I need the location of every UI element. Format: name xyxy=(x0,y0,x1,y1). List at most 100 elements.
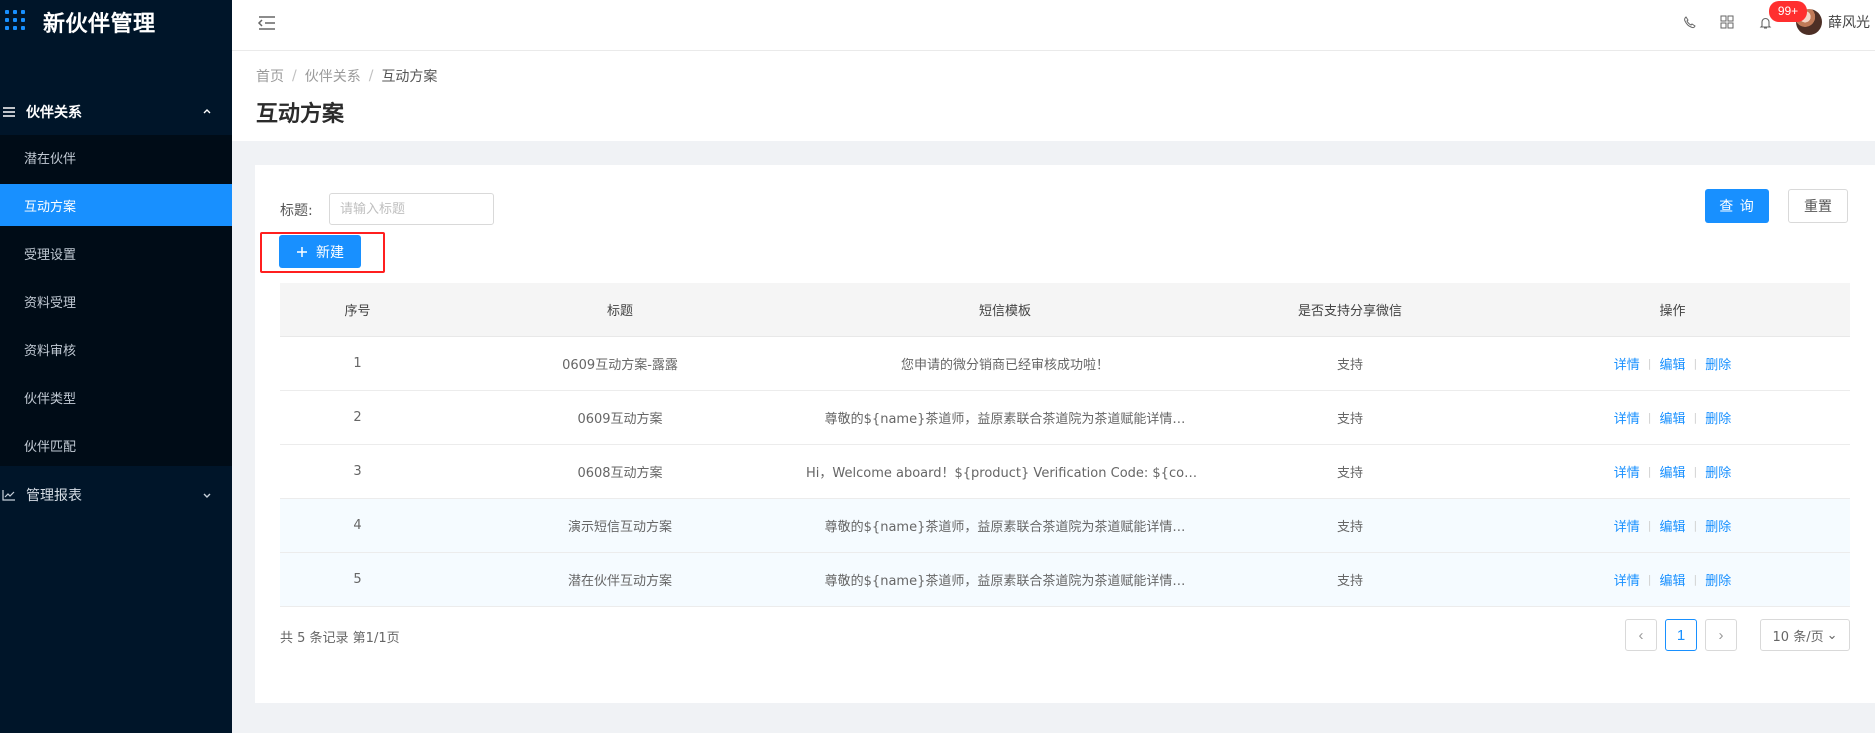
top-navbar: 99+ 薛风光 xyxy=(232,0,1875,51)
sidebar-item-label: 伙伴类型 xyxy=(24,391,77,407)
sidebar-item-acceptance-settings[interactable]: 受理设置 xyxy=(0,232,232,274)
query-button[interactable]: 查 询 xyxy=(1705,189,1769,223)
title-search-input[interactable] xyxy=(329,193,494,225)
row-sms-template: 您申请的微分销商已经审核成功啦！ xyxy=(805,336,1205,391)
sidebar-item-label: 资料审核 xyxy=(24,343,77,359)
column-header-wechat-share: 是否支持分享微信 xyxy=(1205,283,1495,337)
interaction-plan-table: 序号 标题 短信模板 是否支持分享微信 操作 1 0609互动方案-露露 您申请… xyxy=(280,283,1850,607)
page-title: 互动方案 xyxy=(256,102,345,127)
row-wechat-share: 支持 xyxy=(1205,336,1495,391)
row-actions: 详情 | 编辑 | 删除 xyxy=(1495,390,1850,445)
delete-link[interactable]: 删除 xyxy=(1705,408,1731,427)
table-row: 4 演示短信互动方案 尊敬的${name}茶道师，益原素联合茶道院为茶道赋能详情… xyxy=(280,498,1850,553)
breadcrumb-current: 互动方案 xyxy=(381,69,438,85)
sidebar-group-label: 管理报表 xyxy=(26,488,82,504)
action-divider: | xyxy=(1647,518,1652,532)
chevron-down-icon: ⌄ xyxy=(1826,627,1838,643)
notification-badge: 99+ xyxy=(1769,1,1807,22)
next-page-button[interactable]: › xyxy=(1705,619,1737,651)
row-actions: 详情 | 编辑 | 删除 xyxy=(1495,444,1850,499)
row-sms-template: 尊敬的${name}茶道师，益原素联合茶道院为茶道赋能详情… xyxy=(805,498,1205,553)
sidebar: 新伙伴管理 伙伴关系 潜在伙伴 互动方案 受理设置 资料受理 资料审核 伙伴类型… xyxy=(0,0,232,733)
action-divider: | xyxy=(1693,572,1698,586)
breadcrumb-home[interactable]: 首页 xyxy=(256,66,284,86)
sidebar-item-label: 潜在伙伴 xyxy=(24,151,77,167)
page-size-select[interactable]: 10 条/页 ⌄ xyxy=(1760,619,1850,651)
edit-link[interactable]: 编辑 xyxy=(1659,462,1685,481)
row-sms-template: 尊敬的${name}茶道师，益原素联合茶道院为茶道赋能详情… xyxy=(805,390,1205,445)
brand: 新伙伴管理 xyxy=(0,0,232,43)
top-actions: 99+ 薛风光 xyxy=(1670,0,1875,44)
row-wechat-share: 支持 xyxy=(1205,552,1495,607)
delete-link[interactable]: 删除 xyxy=(1705,354,1731,373)
table-row: 5 潜在伙伴互动方案 尊敬的${name}茶道师，益原素联合茶道院为茶道赋能详情… xyxy=(280,552,1850,607)
sidebar-submenu: 潜在伙伴 互动方案 受理设置 资料受理 资料审核 伙伴类型 伙伴匹配 xyxy=(0,135,232,466)
edit-link[interactable]: 编辑 xyxy=(1659,516,1685,535)
edit-link[interactable]: 编辑 xyxy=(1659,354,1685,373)
edit-link[interactable]: 编辑 xyxy=(1659,408,1685,427)
column-header-actions: 操作 xyxy=(1495,283,1850,337)
sidebar-group-partner-relations[interactable]: 伙伴关系 xyxy=(0,89,232,135)
app-title: 新伙伴管理 xyxy=(43,11,156,37)
row-index: 2 xyxy=(280,390,435,445)
reset-button[interactable]: 重置 xyxy=(1788,189,1848,223)
details-link[interactable]: 详情 xyxy=(1614,408,1640,427)
sidebar-item-interaction-plans[interactable]: 互动方案 xyxy=(0,184,232,226)
breadcrumb: 首页 / 伙伴关系 / 互动方案 xyxy=(256,66,437,86)
previous-page-button[interactable]: ‹ xyxy=(1625,619,1657,651)
row-wechat-share: 支持 xyxy=(1205,444,1495,499)
row-title: 0609互动方案 xyxy=(435,390,805,445)
page-header: 首页 / 伙伴关系 / 互动方案 互动方案 xyxy=(232,51,1875,141)
column-header-sms-template: 短信模板 xyxy=(805,283,1205,337)
new-button-label: 新建 xyxy=(316,244,344,261)
row-title: 0608互动方案 xyxy=(435,444,805,499)
details-link[interactable]: 详情 xyxy=(1614,570,1640,589)
row-actions: 详情 | 编辑 | 删除 xyxy=(1495,336,1850,391)
row-title: 潜在伙伴互动方案 xyxy=(435,552,805,607)
action-divider: | xyxy=(1693,518,1698,532)
sidebar-item-document-review[interactable]: 资料审核 xyxy=(0,328,232,370)
table-header-row: 序号 标题 短信模板 是否支持分享微信 操作 xyxy=(280,283,1850,337)
row-title: 0609互动方案-露露 xyxy=(435,336,805,391)
action-divider: | xyxy=(1647,572,1652,586)
breadcrumb-separator: / xyxy=(368,68,374,84)
notification-bell-icon[interactable]: 99+ xyxy=(1746,1,1807,41)
menu-fold-icon[interactable] xyxy=(256,12,278,34)
table-row: 1 0609互动方案-露露 您申请的微分销商已经审核成功啦！ 支持 详情 | 编… xyxy=(280,336,1850,391)
sidebar-item-label: 资料受理 xyxy=(24,295,77,311)
main-content-card: 标题: 查 询 重置 新建 序号 标题 短信模板 xyxy=(255,165,1875,703)
pagination: ‹ 1 › 10 条/页 ⌄ xyxy=(1625,619,1850,651)
delete-link[interactable]: 删除 xyxy=(1705,516,1731,535)
row-index: 4 xyxy=(280,498,435,553)
sidebar-item-partner-matching[interactable]: 伙伴匹配 xyxy=(0,424,232,466)
sidebar-item-partner-types[interactable]: 伙伴类型 xyxy=(0,376,232,418)
row-index: 1 xyxy=(280,336,435,391)
sidebar-item-potential-partners[interactable]: 潜在伙伴 xyxy=(0,136,232,178)
row-wechat-share: 支持 xyxy=(1205,498,1495,553)
edit-link[interactable]: 编辑 xyxy=(1659,570,1685,589)
breadcrumb-partner-relations[interactable]: 伙伴关系 xyxy=(305,66,361,86)
row-wechat-share: 支持 xyxy=(1205,390,1495,445)
table-row: 3 0608互动方案 Hi，Welcome aboard！${product} … xyxy=(280,444,1850,499)
details-link[interactable]: 详情 xyxy=(1614,516,1640,535)
apps-grid-icon[interactable] xyxy=(1708,3,1746,41)
sidebar-item-document-acceptance[interactable]: 资料受理 xyxy=(0,280,232,322)
delete-link[interactable]: 删除 xyxy=(1705,462,1731,481)
new-button[interactable]: 新建 xyxy=(279,235,361,268)
details-link[interactable]: 详情 xyxy=(1614,354,1640,373)
chevron-down-icon xyxy=(202,490,212,500)
pagination-summary: 共 5 条记录 第1/1页 xyxy=(280,631,400,646)
sidebar-group-management-reports[interactable]: 管理报表 xyxy=(0,472,232,518)
action-divider: | xyxy=(1693,464,1698,478)
sidebar-item-label: 伙伴匹配 xyxy=(24,439,77,455)
action-divider: | xyxy=(1647,410,1652,424)
details-link[interactable]: 详情 xyxy=(1614,462,1640,481)
phone-icon[interactable] xyxy=(1670,3,1708,41)
action-divider: | xyxy=(1693,410,1698,424)
row-index: 5 xyxy=(280,552,435,607)
user-name: 薛风光 xyxy=(1828,15,1870,31)
delete-link[interactable]: 删除 xyxy=(1705,570,1731,589)
page-number-button[interactable]: 1 xyxy=(1665,619,1697,651)
user-menu[interactable]: 薛风光 xyxy=(1796,0,1875,44)
sidebar-group-label: 伙伴关系 xyxy=(26,105,82,121)
